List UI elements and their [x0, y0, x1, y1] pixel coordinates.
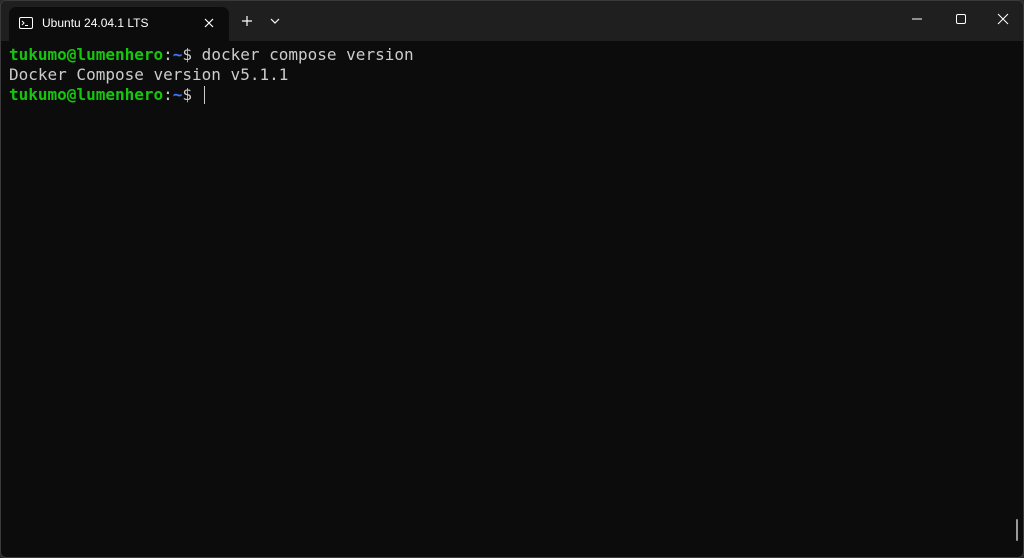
title-bar[interactable]: Ubuntu 24.04.1 LTS: [1, 1, 1023, 41]
tab-title: Ubuntu 24.04.1 LTS: [42, 16, 149, 30]
terminal-icon: [19, 17, 33, 29]
text-cursor: [203, 86, 205, 104]
prompt-path: ~: [172, 85, 183, 104]
terminal-output[interactable]: tukumo@lumenhero:~$ docker compose versi…: [1, 41, 1023, 557]
command-text: docker compose version: [192, 45, 414, 64]
command-input[interactable]: [192, 85, 202, 104]
tab-ubuntu[interactable]: Ubuntu 24.04.1 LTS: [9, 7, 229, 41]
user-host: tukumo@lumenhero: [9, 45, 164, 64]
terminal-line: tukumo@lumenhero:~$: [9, 85, 1023, 105]
prompt-separator: :: [163, 45, 173, 64]
terminal-line: tukumo@lumenhero:~$ docker compose versi…: [9, 45, 1023, 65]
maximize-icon[interactable]: [953, 11, 969, 27]
prompt-symbol: $: [182, 45, 193, 64]
plus-icon[interactable]: [239, 13, 255, 29]
terminal-line: Docker Compose version v5.1.1: [9, 65, 1023, 85]
prompt-symbol: $: [182, 85, 193, 104]
prompt-separator: :: [163, 85, 173, 104]
user-host: tukumo@lumenhero: [9, 85, 164, 104]
chevron-down-icon[interactable]: [268, 15, 282, 27]
terminal-window: Ubuntu 24.04.1 LTS tukumo@lumenhero:~$ d…: [0, 0, 1024, 558]
tab-close-icon[interactable]: [201, 15, 217, 31]
minimize-icon[interactable]: [909, 11, 925, 27]
prompt-path: ~: [172, 45, 183, 64]
command-output: Docker Compose version v5.1.1: [9, 65, 289, 84]
scrollbar[interactable]: [1016, 519, 1018, 541]
close-icon[interactable]: [995, 11, 1011, 27]
